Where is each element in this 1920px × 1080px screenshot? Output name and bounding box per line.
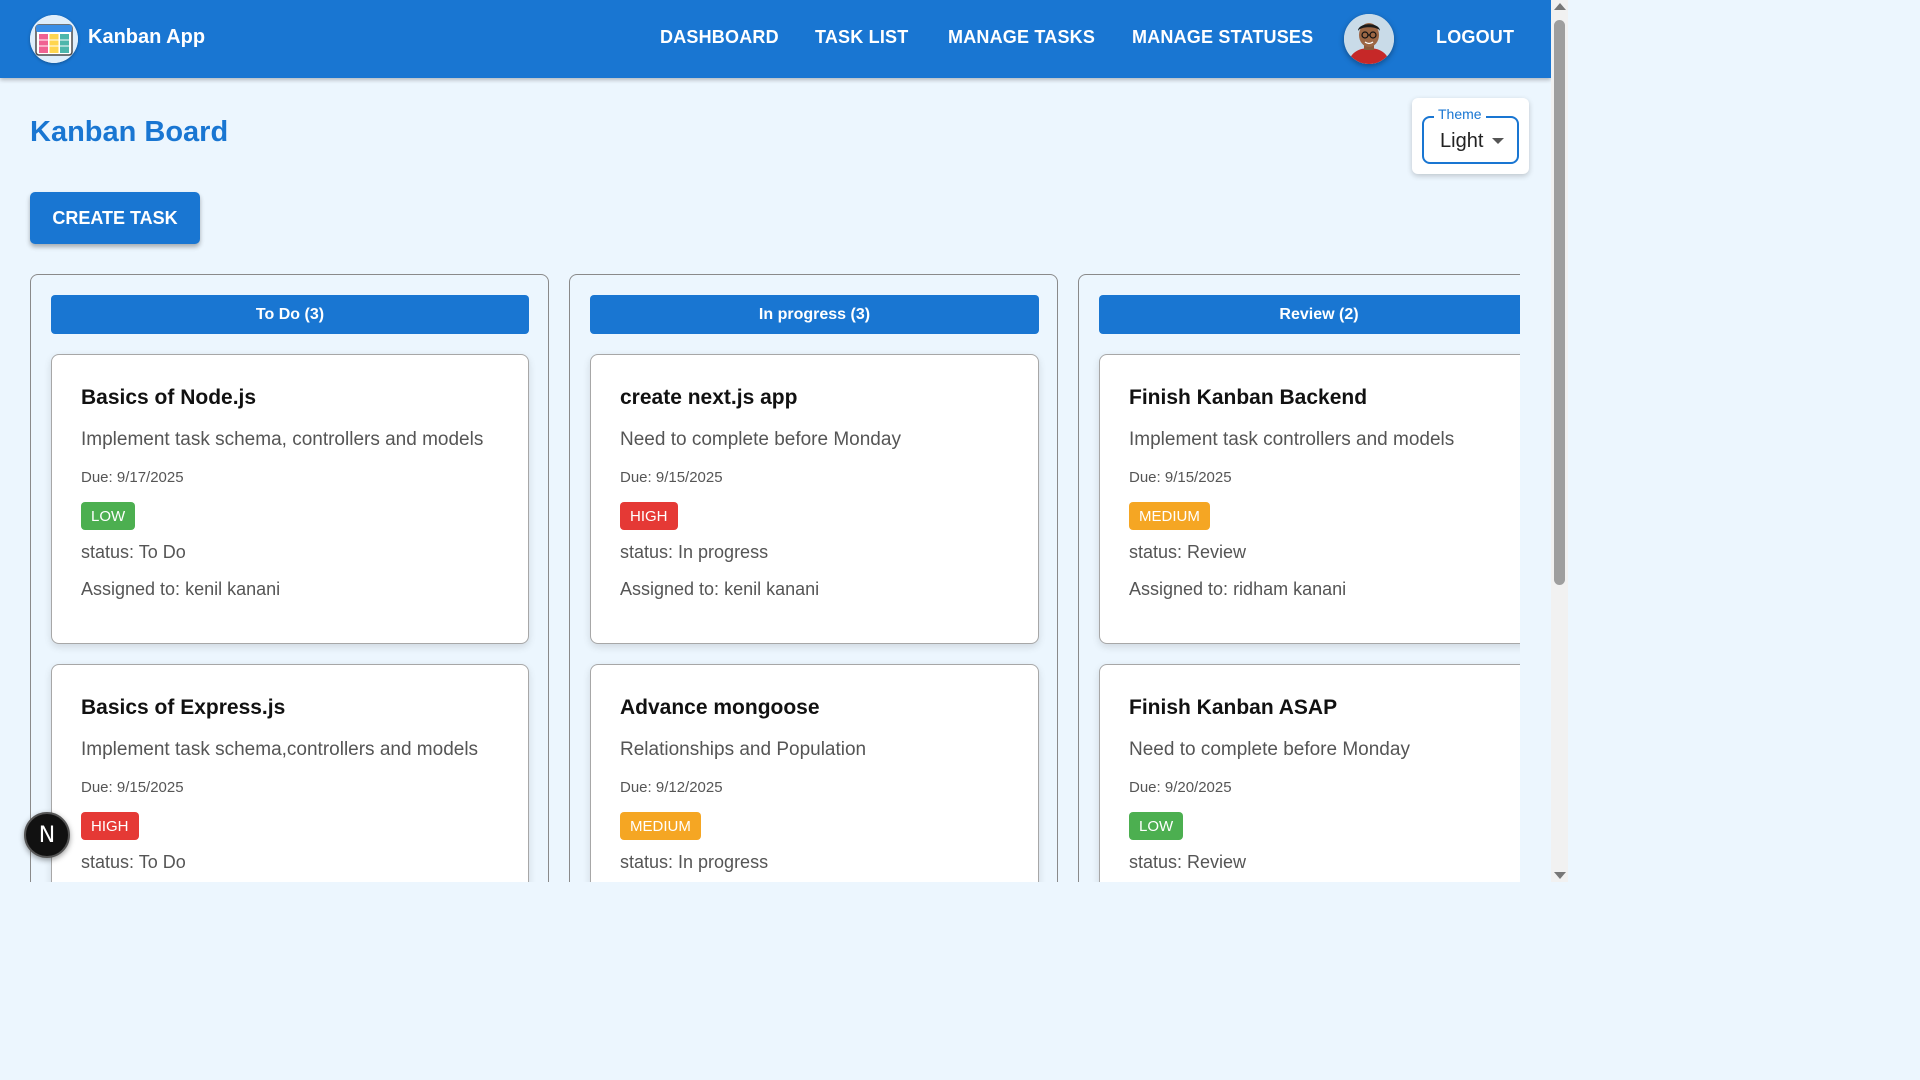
task-description: Implement task schema, controllers and m… (81, 429, 484, 450)
task-assignee: Assigned to: kenil kanani (81, 579, 281, 599)
caret-down-icon (1492, 138, 1504, 144)
task-status: status: To Do (81, 852, 186, 872)
task-due-date: Due: 9/15/2025 (81, 779, 184, 796)
priority-badge: LOW (1129, 812, 1184, 840)
task-assignee: Assigned to: kenil kanani (620, 579, 820, 599)
theme-select-label: Theme (1434, 106, 1486, 122)
priority-badge: HIGH (81, 812, 139, 840)
task-title: Advance mongoose (620, 696, 820, 719)
app-brand[interactable]: Kanban App (88, 26, 205, 49)
column-header: Review (2) (1099, 295, 1520, 334)
app-bar: Kanban App DASHBOARD TASK LIST MANAGE TA… (0, 0, 1551, 78)
task-title: Basics of Node.js (81, 386, 257, 409)
priority-badge: MEDIUM (620, 812, 701, 840)
task-status: status: Review (1129, 542, 1247, 562)
task-title: Finish Kanban Backend (1129, 386, 1368, 409)
theme-select-value: Light (1440, 130, 1484, 152)
priority-badge: LOW (81, 502, 136, 530)
task-assignee: Assigned to: ridham kanani (1129, 579, 1347, 599)
create-task-button[interactable]: CREATE TASK (30, 192, 200, 244)
column-header: In progress (3) (590, 295, 1039, 334)
task-description: Need to complete before Monday (1129, 739, 1410, 760)
nextjs-dev-badge-icon[interactable]: N (24, 812, 70, 858)
scroll-thumb[interactable] (1554, 20, 1565, 585)
user-avatar[interactable] (1344, 14, 1394, 64)
task-due-date: Due: 9/12/2025 (620, 779, 723, 796)
nav-manage-statuses[interactable]: MANAGE STATUSES (1132, 27, 1313, 48)
task-card[interactable]: Basics of Express.js Implement task sche… (51, 664, 529, 882)
page-title: Kanban Board (30, 116, 229, 148)
task-description: Implement task controllers and models (1129, 429, 1455, 450)
column-to-do: To Do (3) Basics of Node.js Implement ta… (30, 274, 549, 882)
column-review: Review (2) Finish Kanban Backend Impleme… (1078, 274, 1520, 882)
nav-manage-tasks[interactable]: MANAGE TASKS (948, 27, 1095, 48)
task-title: create next.js app (620, 386, 798, 409)
task-status: status: Review (1129, 852, 1247, 872)
nav-dashboard[interactable]: DASHBOARD (660, 27, 779, 48)
task-status: status: To Do (81, 542, 186, 562)
task-title: Finish Kanban ASAP (1129, 696, 1338, 719)
priority-badge: MEDIUM (1129, 502, 1210, 530)
task-status: status: In progress (620, 852, 769, 872)
theme-select[interactable]: Light (1422, 116, 1519, 164)
task-card[interactable]: Finish Kanban Backend Implement task con… (1099, 354, 1520, 644)
task-card[interactable]: create next.js app Need to complete befo… (590, 354, 1039, 644)
task-due-date: Due: 9/15/2025 (620, 469, 723, 486)
task-card[interactable]: Advance mongoose Relationships and Popul… (590, 664, 1039, 882)
task-card[interactable]: Finish Kanban ASAP Need to complete befo… (1099, 664, 1520, 882)
task-due-date: Due: 9/17/2025 (81, 469, 184, 486)
task-status: status: In progress (620, 542, 769, 562)
scroll-up-icon[interactable] (1554, 3, 1566, 10)
priority-badge: HIGH (620, 502, 678, 530)
task-description: Implement task schema,controllers and mo… (81, 739, 479, 760)
column-header: To Do (3) (51, 295, 529, 334)
kanban-logo-icon[interactable] (30, 15, 78, 63)
task-due-date: Due: 9/15/2025 (1129, 469, 1232, 486)
nav-task-list[interactable]: TASK LIST (815, 27, 908, 48)
task-card[interactable]: Basics of Node.js Implement task schema,… (51, 354, 529, 644)
task-title: Basics of Express.js (81, 696, 286, 719)
task-description: Relationships and Population (620, 739, 867, 760)
kanban-board: To Do (3) Basics of Node.js Implement ta… (0, 274, 1520, 882)
page-scrollbar[interactable] (1551, 0, 1568, 882)
column-in-progress: In progress (3) create next.js app Need … (569, 274, 1058, 882)
task-due-date: Due: 9/20/2025 (1129, 779, 1232, 796)
scroll-down-icon[interactable] (1554, 872, 1566, 879)
task-description: Need to complete before Monday (620, 429, 901, 450)
theme-selector-panel: Light Theme (1412, 98, 1529, 174)
logout-button[interactable]: LOGOUT (1436, 27, 1514, 48)
